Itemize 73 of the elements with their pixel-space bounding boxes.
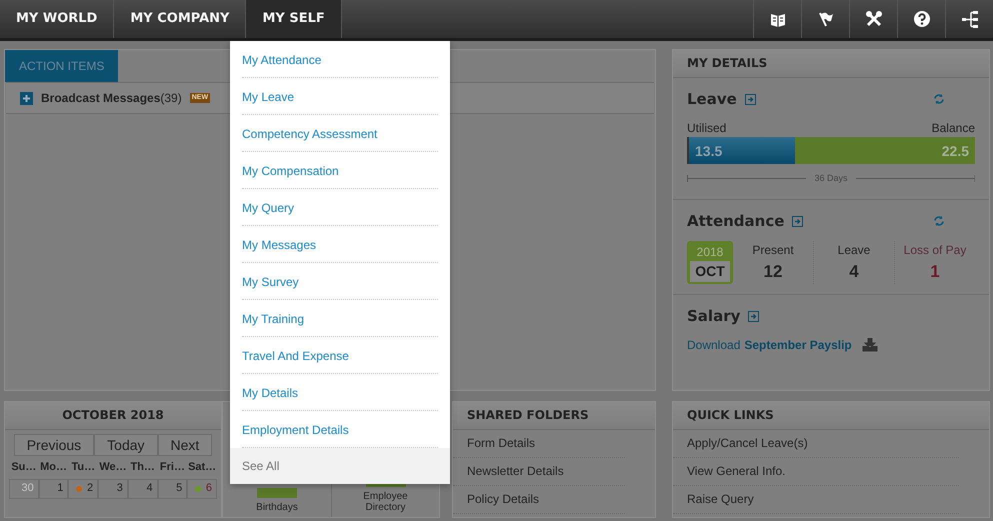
sitemap-icon [960, 10, 978, 28]
payslip-link[interactable]: September Payslip [744, 336, 852, 354]
broadcast-messages-link[interactable]: Broadcast Messages(39) [41, 89, 182, 107]
panel-title: SHARED FOLDERS [453, 402, 655, 430]
calendar-day[interactable]: 4 [128, 478, 158, 498]
panel-title: MY DETAILS [673, 50, 989, 78]
weekday-header: Mo… [39, 460, 68, 475]
calendar-nav-button[interactable]: Previous [14, 434, 94, 456]
expand-icon[interactable] [20, 92, 33, 104]
action-items-tab[interactable]: ACTION ITEMS [5, 50, 118, 82]
calendar-day[interactable]: 30 [9, 478, 39, 498]
help-icon [912, 10, 930, 28]
panel-title: QUICK LINKS [673, 402, 989, 430]
folder-link[interactable]: Newsletter Details [453, 458, 625, 486]
section-title: Leave [687, 89, 737, 110]
menu-item[interactable]: My Messages [242, 226, 438, 263]
section-title: Salary [687, 306, 740, 327]
stat-label: Loss of Pay [902, 242, 968, 258]
open-icon [792, 216, 804, 227]
balance-value: 22.5 [940, 142, 970, 160]
open-icon [744, 94, 756, 105]
calendar-day[interactable]: 2 [68, 478, 98, 498]
menu-item[interactable]: My Leave [242, 78, 438, 115]
folder-link[interactable]: Form Details [453, 430, 625, 458]
open-icon [748, 310, 760, 322]
menu-item[interactable]: Competency Assessment [242, 115, 438, 152]
folder-link[interactable]: Policy Details [453, 486, 625, 514]
stat-value: 4 [848, 260, 860, 282]
calendar-title: OCTOBER 2018 [5, 402, 221, 430]
weekday-header: Tu… [70, 460, 96, 475]
quick-link[interactable]: Apply/Cancel Leave(s) [673, 430, 959, 458]
download-icon [862, 338, 878, 352]
balance-label: Balance [932, 120, 975, 136]
widget-label[interactable]: Employee Directory [350, 491, 420, 513]
weekday-header: Th… [129, 460, 156, 475]
nav-tab[interactable]: MY SELF [246, 0, 342, 38]
refresh-icon [933, 215, 945, 228]
flag-icon [816, 10, 834, 28]
weekday-header: Su… [10, 460, 38, 475]
month-text: OCT [690, 260, 730, 282]
total-days: 36 Days [814, 172, 848, 185]
download-label: Download [687, 336, 740, 354]
stat-value: 12 [762, 260, 784, 282]
section-title: Attendance [687, 211, 784, 232]
menu-item[interactable]: My Attendance [242, 41, 438, 78]
quick-link[interactable]: View General Info. [673, 458, 959, 486]
year-text: 2018 [696, 244, 724, 261]
calendar-day[interactable]: 5 [158, 478, 188, 498]
calendar-nav-button[interactable]: Next [158, 434, 212, 456]
quick-link[interactable]: Raise Query [673, 486, 959, 514]
weekday-header: We… [98, 460, 128, 475]
widget-label[interactable]: Birthdays [242, 502, 312, 513]
menu-item[interactable]: My Query [242, 189, 438, 226]
refresh-icon [933, 93, 945, 106]
weekday-header: Sat… [187, 460, 217, 475]
utilised-label: Utilised [687, 120, 726, 136]
stat-value: 1 [929, 260, 941, 282]
menu-item[interactable]: Travel And Expense [242, 337, 438, 374]
utilised-fill: 13.5 [687, 136, 795, 164]
widget-icon [257, 488, 297, 498]
menu-item[interactable]: My Survey [242, 263, 438, 300]
nav-tab[interactable]: MY WORLD [0, 0, 114, 38]
calendar-day[interactable]: 6 [187, 478, 217, 498]
calendar-day[interactable]: 1 [38, 478, 68, 498]
calendar-day[interactable]: 3 [98, 478, 128, 498]
menu-item[interactable]: My Compensation [242, 152, 438, 189]
tools-icon [864, 10, 882, 28]
stat-label: Present [751, 242, 795, 258]
menu-item[interactable]: My Training [242, 300, 438, 337]
calendar-nav-button[interactable]: Today [94, 434, 158, 456]
stat-label: Leave [836, 242, 872, 258]
menu-item[interactable]: My Details [242, 374, 438, 411]
weekday-header: Fri… [158, 460, 186, 475]
